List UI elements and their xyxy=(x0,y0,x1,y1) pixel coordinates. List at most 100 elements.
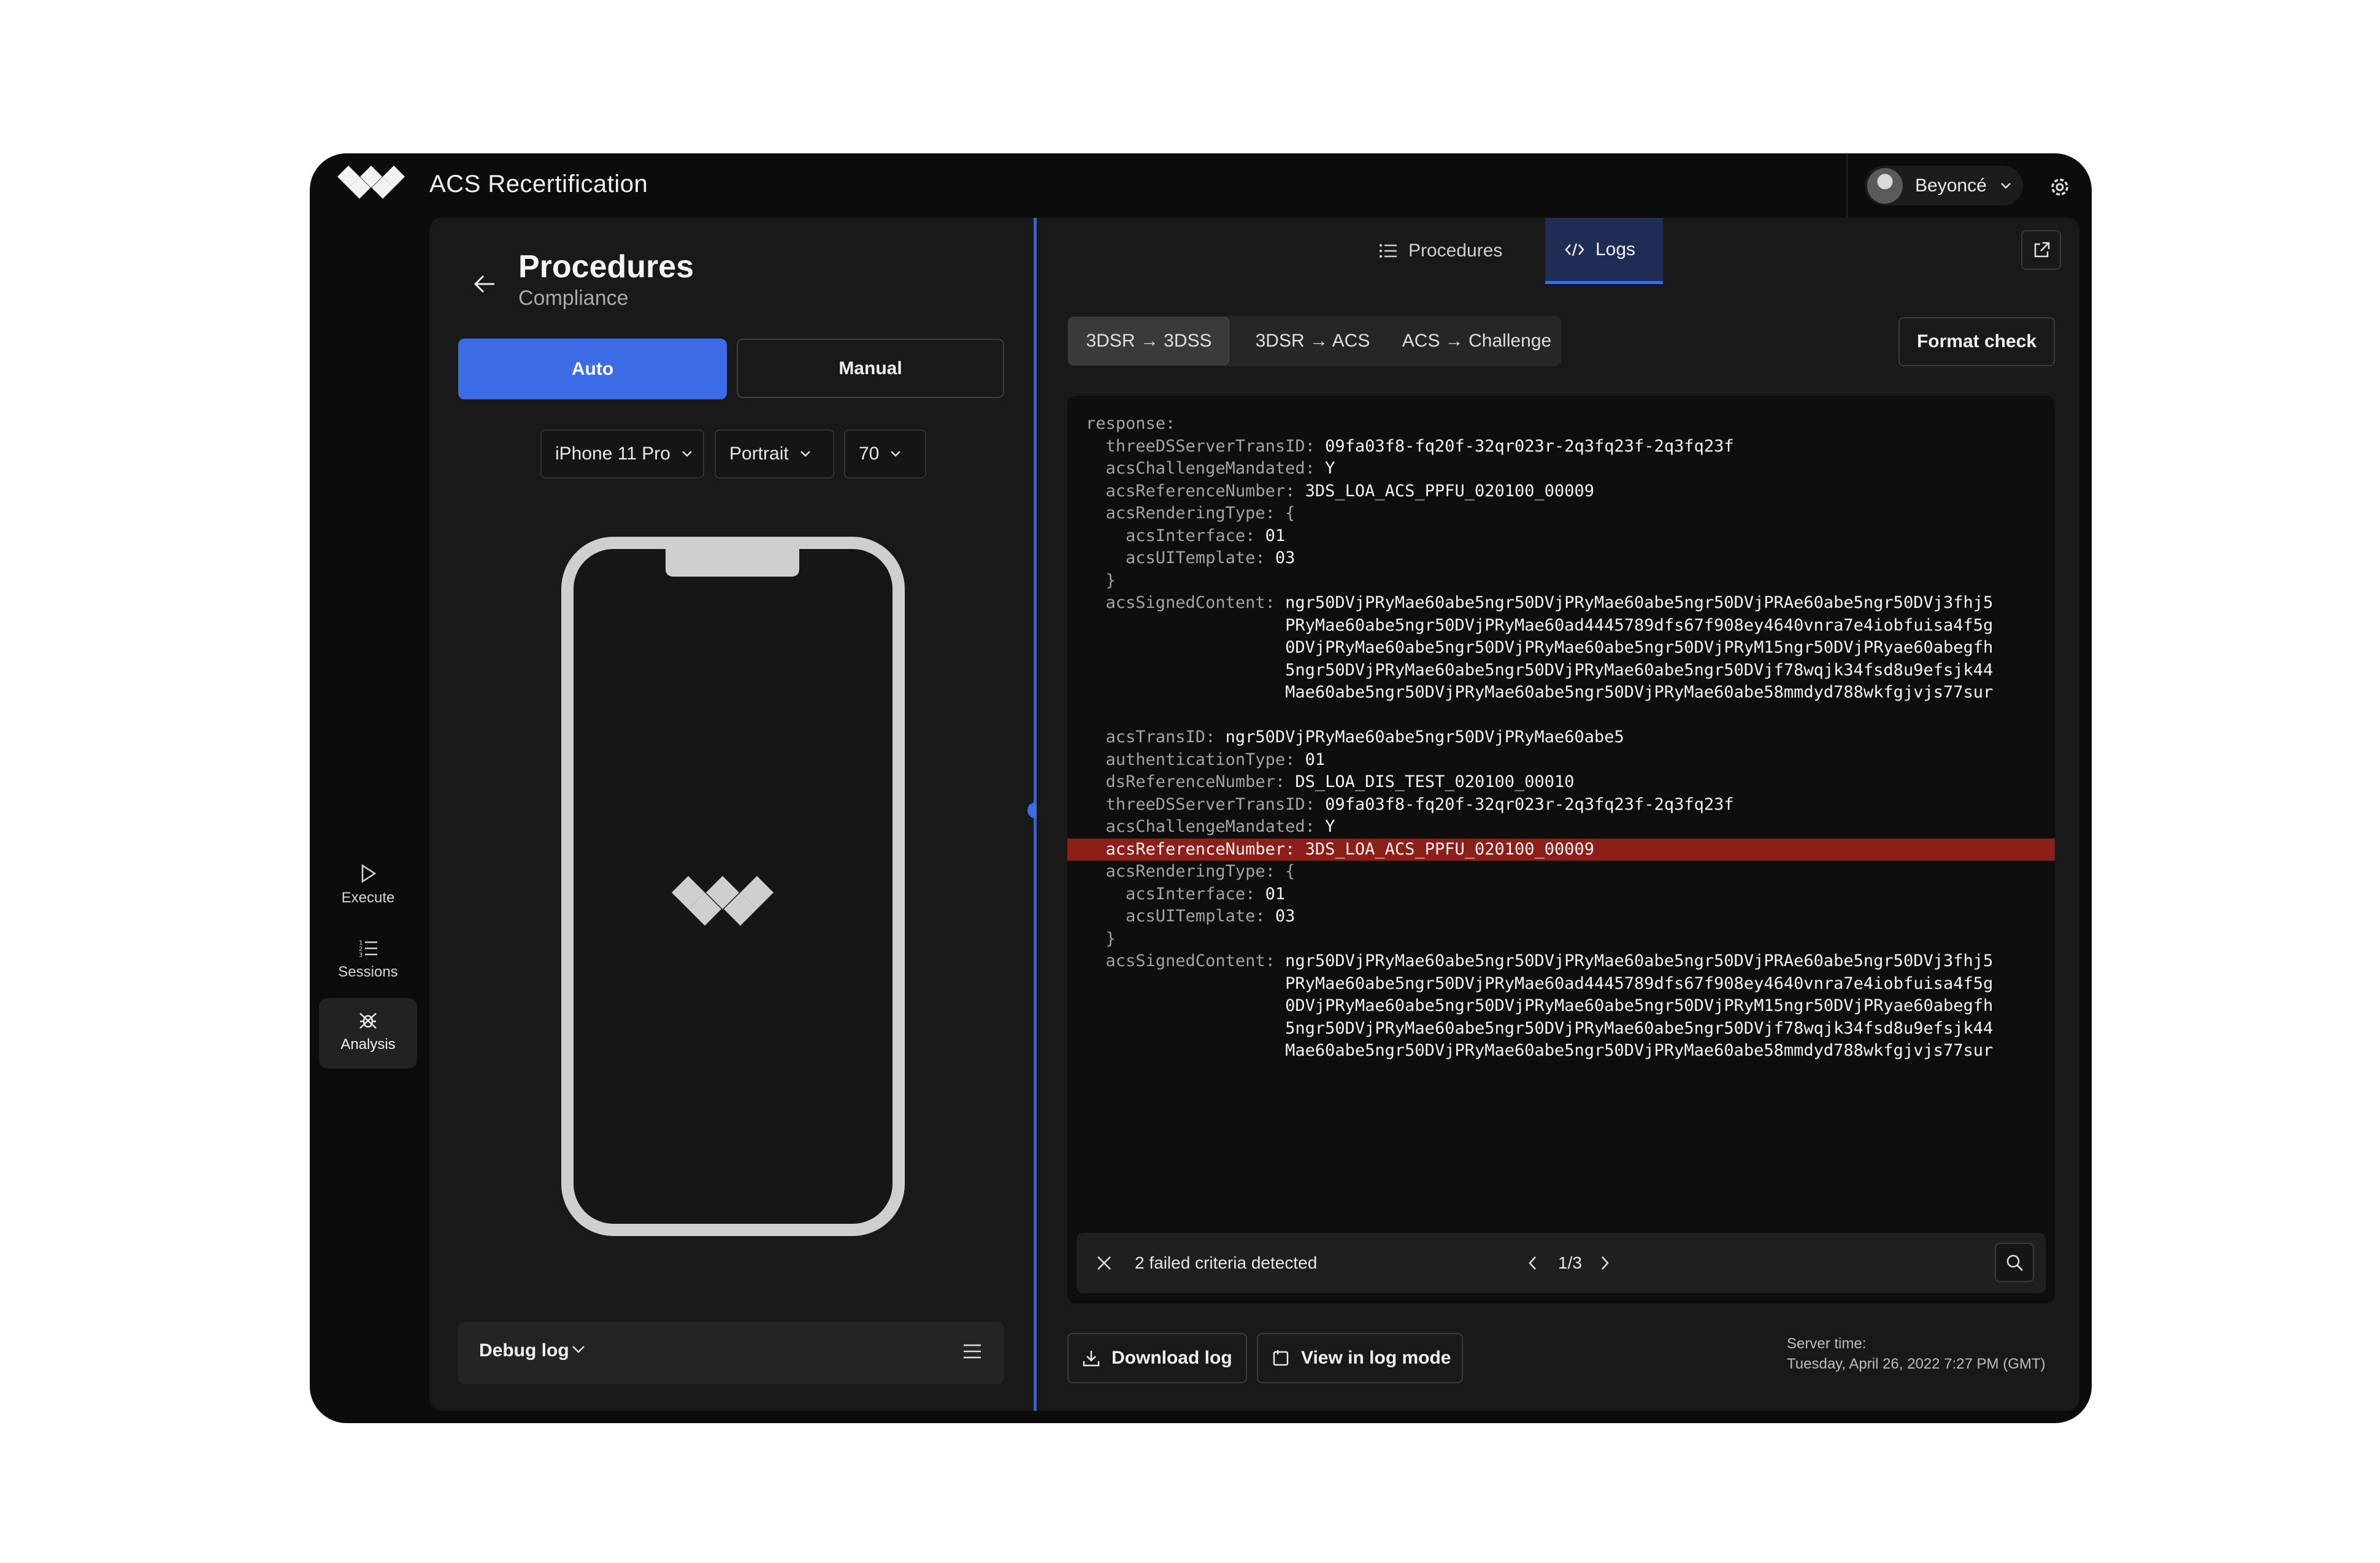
log-value: ngr50DVjPRyMae60abe5ngr50DVjPRyMae60abe5… xyxy=(1285,951,1994,970)
tab-procedures[interactable]: Procedures xyxy=(1379,218,1502,284)
page-title: Procedures xyxy=(518,249,694,285)
log-line: acsTransID: ngr50DVjPRyMae60abe5ngr50DVj… xyxy=(1067,726,2055,749)
gear-icon[interactable] xyxy=(2048,175,2072,199)
download-icon xyxy=(1083,1351,1100,1367)
log-line: dsReferenceNumber: DS_LOA_DIS_TEST_02010… xyxy=(1067,771,2055,794)
log-line: threeDSServerTransID: 09fa03f8-fq20f-32q… xyxy=(1067,436,2055,458)
rail-item-execute[interactable]: Execute xyxy=(319,851,417,922)
nav-rail: Execute 1 2 3 Sessions Analysis xyxy=(310,218,429,1423)
procedures-panel: Procedures Compliance Auto Manual iPhone… xyxy=(429,218,1034,1411)
segment-acs-challenge[interactable]: ACS → Challenge xyxy=(1392,316,1561,366)
log-key xyxy=(1086,1041,1285,1060)
logs-panel: Procedures Logs 3DSR → 3DSS 3DSR → ACS A… xyxy=(1037,218,2079,1411)
log-viewer: response: threeDSServerTransID: 09fa03f8… xyxy=(1067,396,2055,1304)
failed-criteria-message: 2 failed criteria detected xyxy=(1135,1253,1318,1272)
chevron-left-icon[interactable] xyxy=(1527,1255,1538,1271)
log-key: response: xyxy=(1086,414,1176,433)
app-title: ACS Recertification xyxy=(429,171,648,198)
log-line: PRyMae60abe5ngr50DVjPRyMae60ad4445789dfs… xyxy=(1067,973,2055,996)
segment-3dsr-acs[interactable]: 3DSR → ACS xyxy=(1233,316,1392,366)
log-key: threeDSServerTransID: xyxy=(1086,436,1326,456)
log-value: 3DS_LOA_ACS_PPFU_020100_00009 xyxy=(1305,481,1595,501)
open-external-button[interactable] xyxy=(2021,230,2061,270)
log-key xyxy=(1086,638,1285,657)
tab-procedures-label: Procedures xyxy=(1408,240,1503,261)
log-value: 0DVjPRyMae60abe5ngr50DVjPRyMae60abe5ngr5… xyxy=(1285,996,1994,1015)
log-value: Y xyxy=(1325,817,1335,836)
log-key: acsReferenceNumber: xyxy=(1086,481,1305,501)
debug-log-label: Debug log xyxy=(479,1340,569,1361)
tab-logs[interactable]: Logs xyxy=(1545,218,1663,284)
tab-logs-label: Logs xyxy=(1595,239,1636,259)
log-value: DS_LOA_DIS_TEST_020100_00010 xyxy=(1295,772,1575,791)
log-key: acsSignedContent: xyxy=(1086,951,1286,970)
server-time-value: Tuesday, April 26, 2022 7:27 PM (GMT) xyxy=(1787,1356,2046,1372)
log-key: acsSignedContent: xyxy=(1086,593,1286,612)
device-select[interactable]: iPhone 11 Pro xyxy=(540,429,704,478)
log-line: acsInterface: 01 xyxy=(1067,525,2055,548)
log-value: 01 xyxy=(1265,884,1286,904)
svg-text:3: 3 xyxy=(359,952,363,958)
log-line: acsReferenceNumber: 3DS_LOA_ACS_PPFU_020… xyxy=(1067,480,2055,503)
log-key: acsTransID: xyxy=(1086,728,1226,747)
criteria-counter: 1/3 xyxy=(1558,1253,1582,1272)
app-window: ACS Recertification Beyoncé Execute 1 2 … xyxy=(310,153,2092,1423)
rail-label-sessions: Sessions xyxy=(338,964,398,980)
log-value: 01 xyxy=(1305,750,1326,769)
log-key: acsChallengeMandated: xyxy=(1086,817,1326,836)
log-key xyxy=(1086,661,1285,680)
log-key xyxy=(1086,616,1285,635)
back-arrow-icon[interactable] xyxy=(472,273,497,295)
menu-icon[interactable] xyxy=(962,1342,982,1361)
download-log-button[interactable]: Download log xyxy=(1067,1333,1247,1383)
log-line: 0DVjPRyMae60abe5ngr50DVjPRyMae60abe5ngr5… xyxy=(1067,637,2055,659)
log-value: 5ngr50DVjPRyMae60abe5ngr50DVjPRyMae60abe… xyxy=(1285,1018,1994,1038)
bug-icon xyxy=(359,1013,377,1029)
log-value: PRyMae60abe5ngr50DVjPRyMae60ad4445789dfs… xyxy=(1285,615,1994,635)
view-log-mode-button[interactable]: View in log mode xyxy=(1257,1333,1463,1383)
log-line: 0DVjPRyMae60abe5ngr50DVjPRyMae60abe5ngr5… xyxy=(1067,995,2055,1018)
scale-select[interactable]: 70 xyxy=(844,429,926,478)
auto-mode-button[interactable]: Auto xyxy=(458,339,727,399)
log-value: ngr50DVjPRyMae60abe5ngr50DVjPRyMae60abe5… xyxy=(1285,593,1994,612)
rail-item-analysis[interactable]: Analysis xyxy=(319,998,417,1069)
flow-segmented-control: 3DSR → 3DSS 3DSR → ACS ACS → Challenge xyxy=(1067,316,1561,366)
log-line: acsSignedContent: ngr50DVjPRyMae60abe5ng… xyxy=(1067,592,2055,615)
debug-log-bar[interactable]: Debug log xyxy=(458,1322,1004,1384)
download-log-label: Download log xyxy=(1111,1348,1232,1368)
chevron-right-icon[interactable] xyxy=(1599,1255,1610,1271)
log-line: 5ngr50DVjPRyMae60abe5ngr50DVjPRyMae60abe… xyxy=(1067,659,2055,682)
rail-item-sessions[interactable]: 1 2 3 Sessions xyxy=(319,926,417,996)
log-key: authenticationType: xyxy=(1086,750,1305,769)
log-line: acsUITemplate: 03 xyxy=(1067,547,2055,570)
avatar xyxy=(1867,167,1903,204)
format-check-button[interactable]: Format check xyxy=(1898,317,2055,366)
log-key: acsUITemplate: xyxy=(1086,907,1275,926)
segment-3dsr-3dss[interactable]: 3DSR → 3DSS xyxy=(1069,317,1229,365)
server-time-label: Server time: xyxy=(1787,1335,1867,1352)
search-button[interactable] xyxy=(1995,1243,2034,1282)
log-key: } xyxy=(1086,570,1116,590)
log-line: acsRenderingType: { xyxy=(1067,502,2055,525)
rail-label-analysis: Analysis xyxy=(340,1036,396,1053)
orientation-select[interactable]: Portrait xyxy=(715,429,834,478)
log-key: dsReferenceNumber: xyxy=(1086,772,1296,791)
chevron-down-icon xyxy=(800,451,810,457)
chevron-down-icon xyxy=(682,451,692,457)
log-line: acsUITemplate: 03 xyxy=(1067,905,2055,928)
manual-mode-button[interactable]: Manual xyxy=(737,339,1004,398)
log-line-highlighted: acsReferenceNumber: 3DS_LOA_ACS_PPFU_020… xyxy=(1067,838,2055,861)
close-icon[interactable] xyxy=(1095,1254,1113,1272)
log-line: Mae60abe5ngr50DVjPRyMae60abe5ngr50DVjPRy… xyxy=(1067,1040,2055,1062)
log-key: acsInterface: xyxy=(1086,526,1265,545)
chevron-down-icon xyxy=(572,1346,585,1353)
log-key: threeDSServerTransID: xyxy=(1086,794,1326,814)
log-line: } xyxy=(1067,928,2055,951)
user-menu[interactable]: Beyoncé xyxy=(1865,166,2023,205)
log-lines: response: threeDSServerTransID: 09fa03f8… xyxy=(1067,413,2055,1062)
device-select-value: iPhone 11 Pro xyxy=(555,444,670,464)
list-icon: 1 2 3 xyxy=(359,940,377,958)
log-key xyxy=(1086,683,1285,702)
code-icon xyxy=(1565,243,1584,256)
log-line: acsChallengeMandated: Y xyxy=(1067,816,2055,839)
